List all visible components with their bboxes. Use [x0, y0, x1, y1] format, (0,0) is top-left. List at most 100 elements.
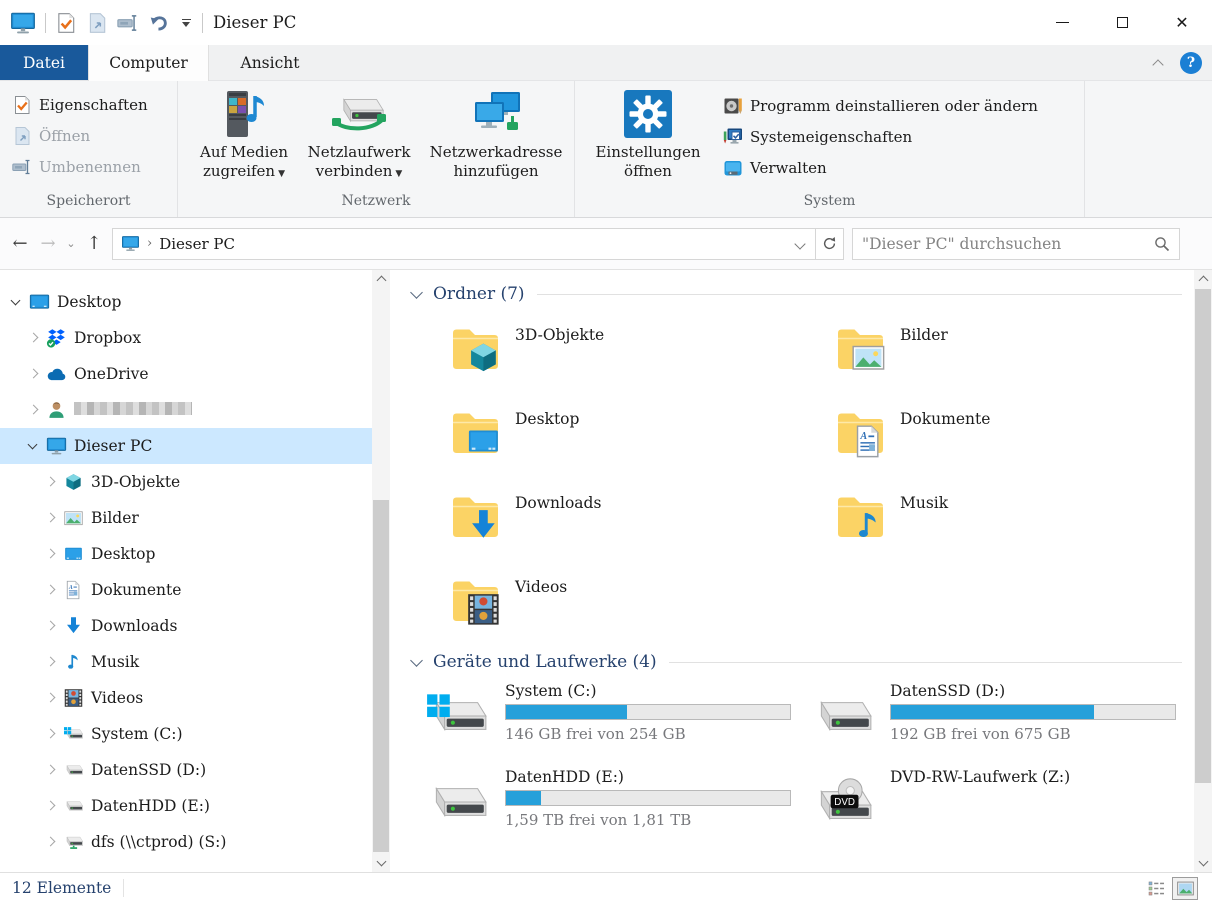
properties-button[interactable] [55, 12, 77, 34]
tree-item-bilder[interactable]: Bilder [0, 500, 372, 536]
netzwerkadresse-hinzufuegen-button[interactable]: Netzwerkadresse hinzufügen [420, 81, 572, 181]
address-dropdown-icon[interactable] [793, 237, 807, 251]
tree-item-datenhdd-e[interactable]: DatenHDD (E:) [0, 788, 372, 824]
expand-chevron-icon[interactable] [42, 690, 59, 707]
collapse-section-icon[interactable] [408, 653, 426, 671]
folder-tile-dokumente[interactable]: A Dokumente [793, 400, 1178, 484]
minimize-button[interactable] [1032, 0, 1092, 45]
tree-item-user[interactable] [0, 392, 372, 428]
tab-ansicht[interactable]: Ansicht [209, 45, 331, 80]
folders-section-header: Ordner (7) [408, 284, 1182, 304]
tree-item-musik[interactable]: Musik [0, 644, 372, 680]
tree-item-videos[interactable]: Videos [0, 680, 372, 716]
refresh-icon [822, 236, 837, 251]
oeffnen-button[interactable]: Öffnen [8, 120, 171, 151]
drives-grid: System (C:) 146 GB frei von 254 GB DatenSS… [408, 680, 1182, 852]
refresh-button[interactable] [816, 227, 844, 260]
tree-item-onedrive[interactable]: OneDrive [0, 356, 372, 392]
desktop-monitor-icon [29, 292, 50, 312]
main-scrollbar[interactable] [1194, 270, 1212, 872]
expand-chevron-icon[interactable] [42, 510, 59, 527]
collapse-chevron-icon[interactable] [25, 438, 42, 455]
drive-tile-system-c[interactable]: System (C:) 146 GB frei von 254 GB [408, 680, 793, 766]
tree-item-dieser-pc[interactable]: Dieser PC [0, 428, 372, 464]
drive-tile-datenhdd-e[interactable]: DatenHDD (E:) 1,59 TB frei von 1,81 TB [408, 766, 793, 852]
scroll-up-icon[interactable] [372, 270, 390, 288]
window-title: Dieser PC [213, 13, 297, 32]
scrollbar-thumb[interactable] [1195, 289, 1211, 783]
tree-scrollbar[interactable] [372, 270, 390, 872]
folder-musik-icon [831, 484, 889, 544]
rename-button[interactable] [117, 12, 139, 34]
collapse-ribbon-icon[interactable] [1150, 55, 1166, 71]
expand-chevron-icon[interactable] [42, 546, 59, 563]
verwalten-button[interactable]: Verwalten [719, 152, 1075, 183]
collapse-chevron-icon[interactable] [8, 294, 25, 311]
navigation-pane: Desktop Dropbox OneDrive Dieser PC 3D-Objekt… [0, 270, 390, 872]
tab-computer[interactable]: Computer [88, 45, 209, 81]
expand-chevron-icon[interactable] [42, 798, 59, 815]
scroll-down-icon[interactable] [372, 854, 390, 872]
drive-icon [809, 690, 875, 742]
customize-quick-access-dropdown[interactable] [179, 18, 193, 27]
undo-button[interactable] [148, 12, 170, 34]
details-view-button[interactable] [1143, 877, 1169, 900]
collapse-section-icon[interactable] [408, 285, 426, 303]
tree-item-downloads[interactable]: Downloads [0, 608, 372, 644]
expand-chevron-icon[interactable] [42, 582, 59, 599]
systemeigenschaften-button[interactable]: Systemeigenschaften [719, 121, 1075, 152]
tree-item-desktop[interactable]: Desktop [0, 536, 372, 572]
tree-item-dokumente[interactable]: A Dokumente [0, 572, 372, 608]
maximize-button[interactable] [1092, 0, 1152, 45]
forward-button[interactable]: → [34, 233, 62, 254]
folder-tile-3d-objekte[interactable]: 3D-Objekte [408, 316, 793, 400]
expand-chevron-icon[interactable] [42, 654, 59, 671]
tab-datei[interactable]: Datei [0, 45, 88, 80]
expand-chevron-icon[interactable] [25, 330, 42, 347]
drive-tile-datenssd-d[interactable]: DatenSSD (D:) 192 GB frei von 675 GB [793, 680, 1178, 766]
programm-deinstallieren-button[interactable]: Programm deinstallieren oder ändern [719, 90, 1075, 121]
folder-label: Musik [900, 494, 949, 512]
back-button[interactable]: ← [6, 233, 34, 254]
tree-item-datenssd-d[interactable]: DatenSSD (D:) [0, 752, 372, 788]
search-input[interactable]: "Dieser PC" durchsuchen [852, 227, 1180, 260]
auf-medien-zugreifen-button[interactable]: Auf Medien zugreifen ▼ [190, 81, 298, 181]
tree-item-3d-objekte[interactable]: 3D-Objekte [0, 464, 372, 500]
expand-chevron-icon[interactable] [42, 762, 59, 779]
expand-chevron-icon[interactable] [42, 834, 59, 851]
umbenennen-button[interactable]: Umbenennen [8, 151, 171, 182]
scroll-down-icon[interactable] [1194, 854, 1212, 872]
drive-tile-dvd-rw-laufwerk-z[interactable]: DVD DVD-RW-Laufwerk (Z:) [793, 766, 1178, 852]
tree-item-desktop[interactable]: Desktop [0, 284, 372, 320]
new-folder-button[interactable] [86, 12, 108, 34]
folder-tile-downloads[interactable]: Downloads [408, 484, 793, 568]
scrollbar-thumb[interactable] [373, 500, 389, 852]
expand-chevron-icon[interactable] [25, 366, 42, 383]
netzlaufwerk-verbinden-button[interactable]: Netzlaufwerk verbinden ▼ [298, 81, 420, 181]
folder-tile-desktop[interactable]: Desktop [408, 400, 793, 484]
folder-3d-objekte-icon [446, 316, 504, 376]
breadcrumb[interactable]: Dieser PC [159, 235, 235, 253]
close-button[interactable]: ✕ [1152, 0, 1212, 45]
tree-item-dfs-ctprod-s[interactable]: dfs (\\ctprod) (S:) [0, 824, 372, 860]
folder-tile-videos[interactable]: Videos [408, 568, 793, 652]
thumbnail-view-button[interactable] [1172, 876, 1198, 900]
folder-tile-bilder[interactable]: Bilder [793, 316, 1178, 400]
help-icon[interactable]: ? [1180, 52, 1202, 74]
expand-chevron-icon[interactable] [42, 726, 59, 743]
drive-usage-bar [505, 704, 791, 720]
eigenschaften-button[interactable]: Eigenschaften [8, 89, 171, 120]
expand-chevron-icon[interactable] [42, 618, 59, 635]
recent-locations-chevron-icon[interactable]: ⌄ [62, 237, 80, 250]
expand-chevron-icon[interactable] [25, 402, 42, 419]
address-bar[interactable]: › Dieser PC [112, 227, 816, 260]
expand-chevron-icon[interactable] [42, 474, 59, 491]
tree-item-system-c[interactable]: System (C:) [0, 716, 372, 752]
einstellungen-oeffnen-button[interactable]: Einstellungen öffnen [585, 81, 711, 181]
scroll-up-icon[interactable] [1194, 270, 1212, 288]
tree-item-dropbox[interactable]: Dropbox [0, 320, 372, 356]
button-label: Programm deinstallieren oder ändern [750, 96, 1038, 115]
ribbon-group-label: Speicherort [46, 193, 131, 209]
folder-tile-musik[interactable]: Musik [793, 484, 1178, 568]
up-button[interactable]: ↑ [80, 233, 108, 254]
